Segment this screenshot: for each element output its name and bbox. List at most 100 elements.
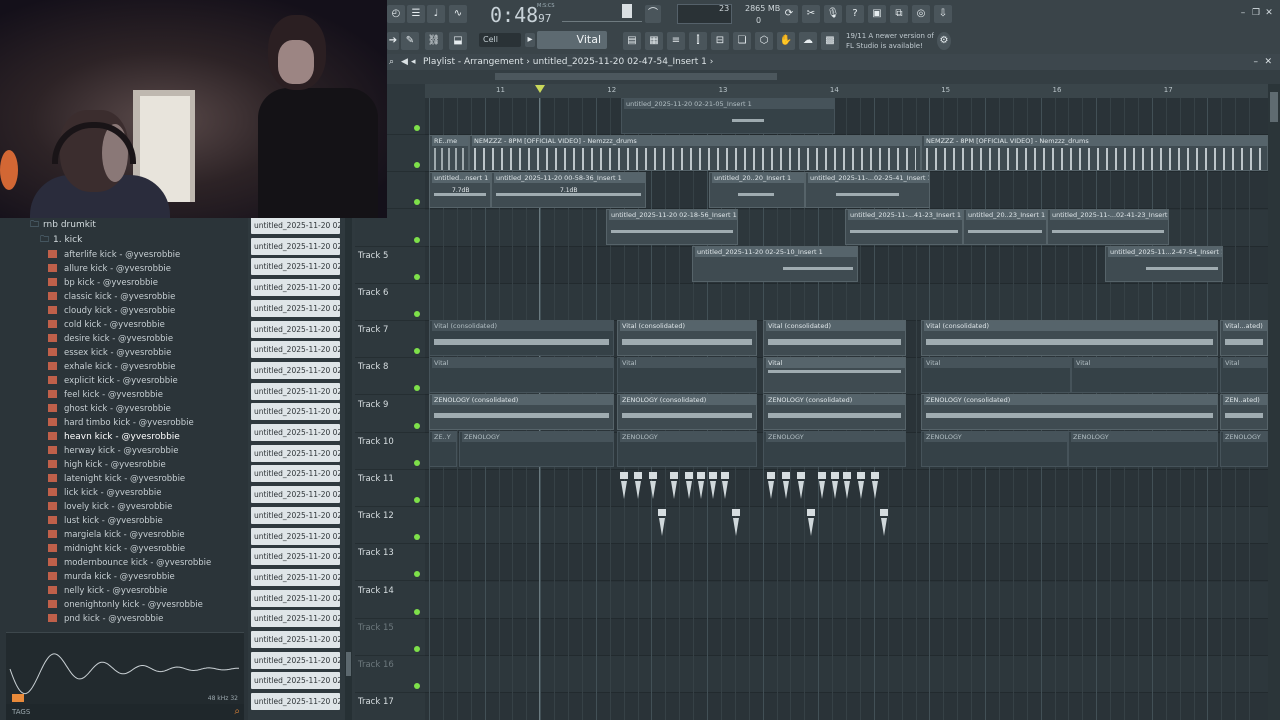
clip-source-item[interactable]: untitled_2025-11-20 02-... bbox=[251, 610, 340, 628]
touch-icon[interactable]: ✋ bbox=[777, 32, 795, 50]
browser-sample-item[interactable]: modernbounce kick - @yvesrobbie bbox=[48, 556, 244, 570]
audio-clip[interactable]: untitled_20..20_Insert 1 bbox=[709, 172, 805, 208]
clip-source-item[interactable]: untitled_2025-11-20 02-... bbox=[251, 568, 340, 586]
plugin-icon[interactable]: ⧉ bbox=[890, 5, 908, 23]
browser-sample-item[interactable]: cold kick - @yvesrobbie bbox=[48, 318, 244, 332]
browser-sample-item[interactable]: bp kick - @yvesrobbie bbox=[48, 276, 244, 290]
timeline-ruler[interactable]: 11 12 13 14 15 16 17 bbox=[425, 84, 1268, 98]
beat-clip[interactable] bbox=[732, 509, 740, 545]
browser-sample-item[interactable]: high kick - @yvesrobbie bbox=[48, 458, 244, 472]
browser-sample-item[interactable]: explicit kick - @yvesrobbie bbox=[48, 374, 244, 388]
beat-clip[interactable] bbox=[620, 472, 628, 504]
beat-clip[interactable] bbox=[857, 472, 865, 504]
clip-source-item[interactable]: untitled_2025-11-20 02-... bbox=[251, 218, 340, 234]
audio-clip[interactable]: untitled_2025-11...2-47-54_Insert 1 bbox=[1105, 246, 1223, 282]
clip-source-item[interactable]: untitled_2025-11-20 02-... bbox=[251, 341, 340, 359]
beat-clip[interactable] bbox=[818, 472, 826, 504]
clip-source-item[interactable]: untitled_2025-11-20 02-... bbox=[251, 672, 340, 690]
snap-selector[interactable]: Cell bbox=[479, 33, 521, 47]
playlist-vertical-scrollbar[interactable] bbox=[1268, 84, 1280, 720]
master-pitch-slider[interactable] bbox=[562, 4, 642, 22]
chat-icon[interactable]: ◎ bbox=[912, 5, 930, 23]
mixer-icon[interactable]: ⫿ bbox=[689, 32, 707, 50]
track-mute-led[interactable] bbox=[414, 311, 420, 317]
track-header[interactable]: Track 6 bbox=[355, 284, 425, 321]
scroll-thumb[interactable] bbox=[346, 652, 351, 676]
playlist-icon[interactable]: ▤ bbox=[623, 32, 641, 50]
browser-sample-item[interactable]: lust kick - @yvesrobbie bbox=[48, 514, 244, 528]
browser-folder[interactable]: 🗀 rnb drumkit bbox=[30, 218, 96, 232]
browser-icon[interactable]: ⊟ bbox=[711, 32, 729, 50]
clip-source-item[interactable]: untitled_2025-11-20 02-... bbox=[251, 361, 340, 379]
clip-source-item[interactable]: untitled_2025-11-20 02-... bbox=[251, 527, 340, 545]
clip-source-item[interactable]: untitled_2025-11-20 02-... bbox=[251, 631, 340, 648]
browser-sample-item[interactable]: afterlife kick - @yvesrobbie bbox=[48, 248, 244, 262]
pattern-clip[interactable]: Vital (consolidated) bbox=[429, 320, 614, 356]
beat-clip[interactable] bbox=[697, 472, 705, 504]
audio-clip[interactable]: untitled_2025-11-20 02-21-05_Insert 1 bbox=[621, 98, 835, 134]
clip-source-item[interactable]: untitled_2025-11-20 02-... bbox=[251, 424, 340, 441]
clip-source-item[interactable]: untitled_2025-11-20 02-... bbox=[251, 382, 340, 400]
minimize-icon[interactable]: – bbox=[1238, 9, 1248, 18]
track-header[interactable]: Track 16 bbox=[355, 656, 425, 693]
beat-clip[interactable] bbox=[634, 472, 642, 504]
clip-source-item[interactable]: untitled_2025-11-20 02-... bbox=[251, 465, 340, 483]
channel-rack-icon[interactable]: ≡ bbox=[667, 32, 685, 50]
help-icon[interactable]: ? bbox=[846, 5, 864, 23]
pattern-clip[interactable]: Vital bbox=[921, 357, 1071, 393]
audio-clip[interactable]: ZENOLOGY (consolidated) bbox=[429, 394, 614, 430]
browser-sample-item[interactable]: cloudy kick - @yvesrobbie bbox=[48, 304, 244, 318]
track-mute-led[interactable] bbox=[414, 571, 420, 578]
track-header[interactable]: Track 9 bbox=[355, 396, 425, 433]
restore-icon[interactable]: ❐ bbox=[1251, 9, 1261, 18]
audio-clip[interactable]: ZENOLOGY (consolidated) bbox=[617, 394, 757, 430]
slider-knob[interactable] bbox=[622, 4, 632, 18]
beat-clip[interactable] bbox=[649, 472, 657, 504]
audio-clip[interactable]: untitled_2025-11-20 02-25-10_Insert 1 bbox=[692, 246, 858, 282]
tags-bar[interactable]: TAGS ⌕ bbox=[6, 704, 244, 720]
browser-sample-item[interactable]: allure kick - @yvesrobbie bbox=[48, 262, 244, 276]
tools-icon[interactable]: ✂ bbox=[802, 5, 820, 23]
audio-clip[interactable]: untitled_2025-11-...41-23_Insert 1 bbox=[845, 209, 963, 245]
audio-clip[interactable]: untitled...nsert 1 7.7dB bbox=[429, 172, 491, 208]
stamp-icon[interactable]: ⬓ bbox=[449, 32, 467, 50]
browser-sample-item[interactable]: pnd kick - @yvesrobbie bbox=[48, 612, 244, 626]
audio-clip[interactable]: ZENOLOGY (consolidated) bbox=[763, 394, 906, 430]
download-icon[interactable]: ⇩ bbox=[934, 5, 952, 23]
chevron-right-icon[interactable]: ▸ bbox=[525, 33, 535, 47]
pattern-clip[interactable]: ZENOLOGY bbox=[1220, 431, 1268, 467]
pattern-clip[interactable]: Vital...ated) bbox=[1220, 320, 1268, 356]
pattern-clip[interactable]: Vital bbox=[429, 357, 614, 393]
playhead-marker-icon[interactable] bbox=[535, 85, 545, 93]
tempo-icon[interactable]: ▩ bbox=[821, 32, 839, 50]
beat-clip[interactable] bbox=[831, 472, 839, 504]
pattern-clip[interactable]: Vital bbox=[763, 357, 906, 393]
microphone-icon[interactable]: 🎙 bbox=[824, 5, 842, 23]
close-icon[interactable]: ✕ bbox=[1264, 54, 1272, 70]
update-icon[interactable]: ⚙ bbox=[937, 32, 951, 50]
clip-source-item[interactable]: untitled_2025-11-20 02-... bbox=[251, 237, 340, 255]
audio-clip[interactable]: NEMZZZ - 8PM [OFFICIAL VIDEO] - Nemzzz_d… bbox=[921, 135, 1268, 171]
audio-clip[interactable]: untitled_2025-11-20 02-18-56_Insert 1 bbox=[606, 209, 738, 245]
track-header[interactable]: Track 11 bbox=[355, 470, 425, 507]
beat-clip[interactable] bbox=[880, 509, 888, 545]
headphones-icon[interactable]: ⌒ bbox=[645, 5, 661, 23]
track-mute-led[interactable] bbox=[414, 273, 420, 280]
pattern-song-icon[interactable]: ☰ bbox=[407, 5, 425, 23]
clip-source-item[interactable]: untitled_2025-11-20 02-... bbox=[251, 258, 340, 276]
speaker-icon[interactable]: ◂ bbox=[411, 54, 416, 70]
clip-source-item[interactable]: untitled_2025-11-20 02-... bbox=[251, 320, 340, 338]
cloud-icon[interactable]: ☁ bbox=[799, 32, 817, 50]
track-mute-led[interactable] bbox=[414, 683, 420, 689]
track-mute-led[interactable] bbox=[414, 534, 420, 541]
track-mute-led[interactable] bbox=[414, 162, 420, 169]
audio-clip[interactable]: ZEN..ated) bbox=[1220, 394, 1268, 430]
track-header[interactable]: Track 15 bbox=[355, 619, 425, 656]
beat-clip[interactable] bbox=[685, 472, 693, 504]
plugin-selector[interactable]: Vital bbox=[537, 31, 607, 49]
track-mute-led[interactable] bbox=[414, 385, 420, 392]
clip-source-item[interactable]: untitled_2025-11-20 02-... bbox=[251, 403, 340, 421]
wait-input-icon[interactable]: ∿ bbox=[449, 5, 467, 23]
minimize-icon[interactable]: – bbox=[1254, 54, 1259, 70]
clip-source-item[interactable]: untitled_2025-11-20 02-... bbox=[251, 444, 340, 462]
